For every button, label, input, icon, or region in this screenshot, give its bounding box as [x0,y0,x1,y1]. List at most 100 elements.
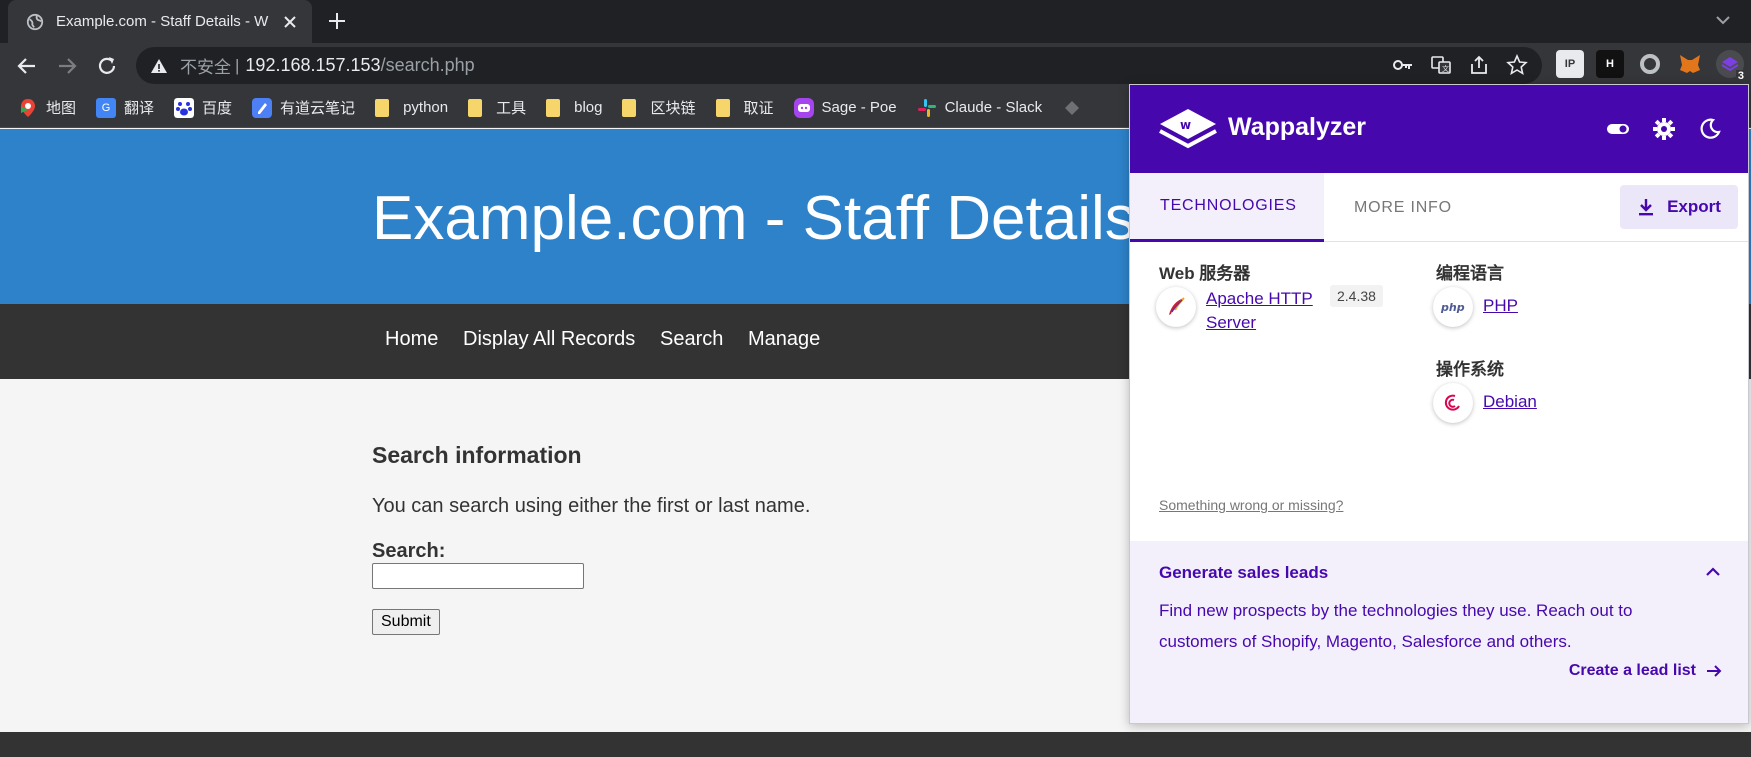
bookmark-youdao-note[interactable]: 有道云笔记 [252,97,355,118]
tech-name-apache[interactable]: Apache HTTP Server [1206,287,1313,335]
tech-debian[interactable]: Debian [1433,383,1537,423]
search-label: Search: [372,540,446,562]
circle-extension-icon[interactable] [1636,50,1664,78]
folder-icon [715,98,730,117]
folder-icon [622,98,637,117]
metamask-fox-icon[interactable] [1676,50,1704,78]
nav-search[interactable]: Search [660,328,723,351]
category-web-server: Web 服务器 [1159,264,1251,283]
new-tab-icon[interactable] [326,10,348,32]
leads-title: Generate sales leads [1159,563,1329,582]
tab-title: Example.com - Staff Details - W [56,13,269,30]
bookmark-folder-forensics[interactable]: 取证 [715,97,774,118]
nav-display-all-records[interactable]: Display All Records [463,328,635,351]
bookmark-folder-blog[interactable]: blog [546,98,603,117]
toggle-icon[interactable] [1606,117,1630,141]
create-lead-list-link[interactable]: Create a lead list [1569,661,1724,681]
svg-text:w: w [1180,118,1191,132]
php-icon: php [1433,287,1473,327]
dark-mode-moon-icon[interactable] [1698,117,1722,141]
folder-icon [546,98,561,117]
tab-technologies[interactable]: TECHNOLOGIES [1130,173,1324,242]
tab-search-chevron-icon[interactable] [1713,10,1733,30]
bookmark-star-icon[interactable] [1506,54,1528,76]
bookmark-label: 有道云笔记 [280,100,356,117]
bookmark-label: 百度 [202,100,233,117]
share-icon[interactable] [1468,54,1490,76]
h-extension-icon[interactable]: H [1596,50,1624,78]
url-path: /search.php [380,55,475,75]
bookmark-more[interactable] [1062,98,1090,118]
submit-button[interactable]: Submit [372,609,440,635]
bookmark-label: Claude - Slack [944,99,1043,116]
section-heading: Search information [372,442,582,468]
extension-badge-count: 3 [1735,70,1746,82]
search-instructions: You can search using either the first or… [372,495,811,517]
lead-list-label: Create a lead list [1568,662,1696,679]
wappalyzer-tabs: TECHNOLOGIES MORE INFO Export [1130,173,1748,242]
bookmark-label: python [403,99,449,116]
tech-name-php[interactable]: PHP [1483,294,1518,318]
security-label[interactable]: 不安全 [180,53,231,78]
poe-icon [793,97,814,118]
bookmark-maps[interactable]: 地图 [18,97,76,118]
reload-icon[interactable] [94,53,120,79]
browser-tab[interactable]: Example.com - Staff Details - W [8,0,312,43]
chevron-up-icon[interactable] [1704,563,1722,581]
maps-icon [21,98,35,117]
bookmark-poe[interactable]: Sage - Poe [793,97,897,118]
globe-icon [26,13,44,30]
leads-description: Find new prospects by the technologies t… [1159,601,1633,651]
bookmark-label: 地图 [46,100,77,117]
bookmark-translate[interactable]: G 翻译 [96,97,154,118]
back-icon[interactable] [14,53,40,79]
slack-icon [917,98,936,117]
bookmark-folder-tools[interactable]: 工具 [468,97,526,118]
nav-manage[interactable]: Manage [748,328,820,351]
svg-text:php: php [1440,301,1465,314]
category-operating-systems: 操作系统 [1436,360,1504,379]
search-input[interactable] [372,563,584,589]
tab-more-info[interactable]: MORE INFO [1354,173,1452,242]
bookmark-folder-blockchain[interactable]: 区块链 [622,97,696,118]
wappalyzer-popup: w Wappalyzer TECHNOLOGIES MORE INFO Expo… [1129,84,1749,724]
svg-text:文: 文 [1442,64,1449,73]
bookmark-folder-python[interactable]: python [375,98,449,117]
generic-bookmark-icon [1065,100,1080,115]
close-tab-icon[interactable] [280,12,300,32]
gear-icon[interactable] [1652,117,1676,141]
address-separator: | [235,55,240,75]
wappalyzer-brand: Wappalyzer [1228,113,1367,141]
sales-leads-panel: Generate sales leads Find new prospects … [1130,541,1748,723]
something-wrong-link[interactable]: Something wrong or missing? [1159,497,1343,513]
browser-toolbar: 不安全 | 192.168.157.153 /search.php 文 [0,43,1751,88]
translate-icon: G [96,97,117,118]
extension-icons: IP H 3 [1556,50,1746,82]
tech-name-debian[interactable]: Debian [1483,390,1537,414]
export-button[interactable]: Export [1620,185,1738,229]
debian-icon [1433,383,1473,423]
wappalyzer-extension-icon[interactable]: 3 [1716,50,1746,82]
translate-page-icon[interactable]: 文 [1430,54,1452,76]
wappalyzer-logo-icon: w [1159,109,1217,149]
ip-extension-icon[interactable]: IP [1556,50,1584,78]
download-icon [1639,199,1654,216]
apache-feather-icon [1156,287,1196,327]
url-host: 192.168.157.153 [245,55,381,75]
bookmark-label: blog [574,99,603,116]
tech-php[interactable]: php PHP [1433,287,1518,327]
search-form-section: Search information You can search using … [372,442,810,635]
bookmark-baidu[interactable]: 百度 [174,97,232,118]
arrow-right-icon [1707,665,1722,677]
bookmark-label: 工具 [496,100,527,117]
key-icon[interactable] [1392,54,1414,76]
forward-icon[interactable] [54,53,80,79]
nav-home[interactable]: Home [385,328,438,351]
wappalyzer-header: w Wappalyzer [1130,85,1748,173]
tech-apache[interactable]: Apache HTTP Server [1156,287,1313,335]
category-programming-languages: 编程语言 [1436,264,1504,283]
page-title: Example.com - Staff Details [372,184,1136,253]
address-bar[interactable]: 不安全 | 192.168.157.153 /search.php 文 [136,47,1542,84]
bookmark-slack[interactable]: Claude - Slack [917,98,1043,118]
warning-icon[interactable] [150,57,168,75]
